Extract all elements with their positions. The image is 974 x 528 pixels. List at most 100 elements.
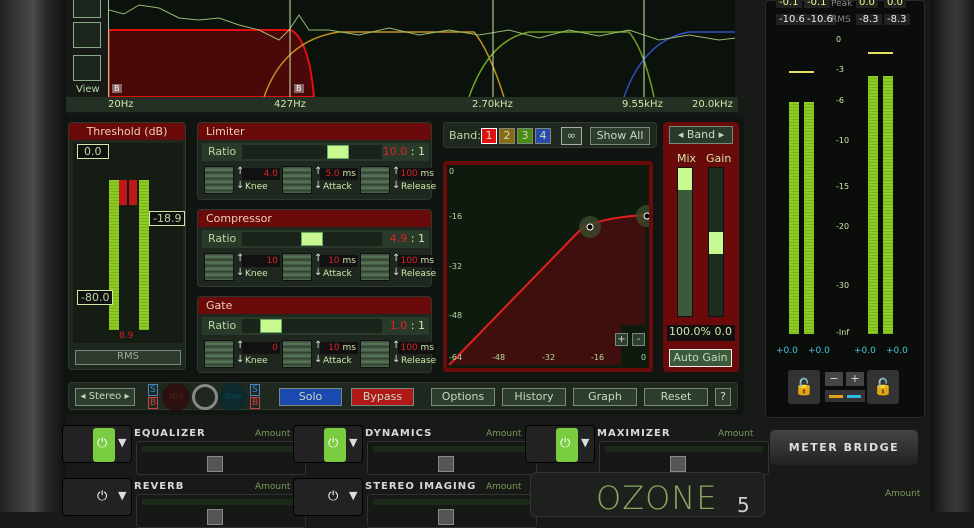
arrow-down-icon[interactable]: ↓ (314, 267, 322, 278)
dropdown-arrow-icon[interactable]: ▼ (349, 436, 357, 449)
help-button[interactable]: ? (715, 388, 731, 406)
arrow-down-icon[interactable]: ↓ (236, 354, 244, 365)
dynamics-power-button[interactable]: ⏻ ▼ (293, 425, 363, 463)
compressor-knee-knob[interactable] (204, 253, 234, 281)
limiter-release-knob[interactable] (360, 166, 390, 194)
link-icon[interactable] (192, 384, 218, 410)
knee-value[interactable]: 4.0 (264, 169, 278, 179)
release-value[interactable]: 100 (400, 343, 417, 353)
meter-bridge-button[interactable]: METER BRIDGE (770, 430, 918, 465)
amount-slider[interactable] (599, 441, 769, 475)
arrow-down-icon[interactable]: ↓ (236, 180, 244, 191)
slider-thumb[interactable] (327, 145, 349, 159)
stereo-imaging-power-button[interactable]: ⏻ ▼ (293, 478, 363, 516)
gate-knee-knob[interactable] (204, 340, 234, 368)
arrow-down-icon[interactable]: ↓ (314, 180, 322, 191)
mid-bypass[interactable]: B (148, 397, 159, 409)
threshold-top[interactable]: 0.0 (77, 144, 109, 159)
options-button[interactable]: Options (431, 388, 495, 406)
band-3-button[interactable]: 3 (517, 128, 533, 144)
dropdown-arrow-icon[interactable]: ▼ (118, 489, 126, 502)
view-waveform-icon[interactable] (73, 22, 101, 48)
side-button[interactable]: Side (219, 383, 247, 411)
view-curve-icon[interactable] (73, 55, 101, 81)
compressor-release-knob[interactable] (360, 253, 390, 281)
arrow-down-icon[interactable]: ↓ (392, 180, 400, 191)
limiter-knee-knob[interactable] (204, 166, 234, 194)
equalizer-power-button[interactable]: ⏻ ▼ (62, 425, 132, 463)
limiter-ratio-slider[interactable] (242, 145, 382, 159)
show-all-button[interactable]: Show All (590, 127, 650, 145)
zoom-out-button[interactable]: - (632, 333, 645, 346)
bypass-button[interactable]: Bypass (351, 388, 414, 406)
reverb-power-button[interactable]: ⏻ ▼ (62, 478, 132, 516)
band-marker[interactable]: B (112, 84, 122, 93)
gain-slider[interactable] (708, 167, 724, 317)
arrow-down-icon[interactable]: ↓ (392, 267, 400, 278)
lock-left-icon[interactable]: 🔓 (788, 370, 820, 404)
mix-slider[interactable] (677, 167, 693, 317)
gate-attack-knob[interactable] (282, 340, 312, 368)
slider-thumb[interactable] (260, 319, 282, 333)
link-bands-button[interactable]: ∞ (561, 127, 582, 145)
plus-icon[interactable]: + (846, 372, 864, 386)
ratio-value[interactable]: 10.0 (383, 145, 408, 158)
slider-thumb[interactable] (301, 232, 323, 246)
offset-value[interactable]: +0.0 (886, 346, 908, 356)
dropdown-arrow-icon[interactable]: ▼ (581, 436, 589, 449)
arrow-down-icon[interactable]: ↓ (314, 354, 322, 365)
offset-value[interactable]: +0.0 (808, 346, 830, 356)
gate-ratio-slider[interactable] (242, 319, 382, 333)
arrow-down-icon[interactable]: ↓ (392, 354, 400, 365)
knee-value[interactable]: 0 (272, 343, 278, 353)
band-marker[interactable]: B (294, 84, 304, 93)
attack-value[interactable]: 10 (328, 256, 339, 266)
freq-label: 9.55kHz (622, 99, 663, 110)
band-2-button[interactable]: 2 (499, 128, 515, 144)
view-spectrum-icon[interactable] (73, 0, 101, 18)
ratio-value[interactable]: 4.9 (390, 232, 408, 245)
arrow-down-icon[interactable]: ↓ (236, 267, 244, 278)
mid-button[interactable]: Mid (162, 383, 190, 411)
side-bypass[interactable]: B (250, 397, 261, 409)
threshold-bottom[interactable]: -80.0 (77, 290, 114, 305)
compressor-attack-knob[interactable] (282, 253, 312, 281)
attack-value[interactable]: 5.0 (325, 169, 339, 179)
dropdown-arrow-icon[interactable]: ▼ (349, 489, 357, 502)
mid-solo[interactable]: S (148, 384, 158, 396)
stereo-selector[interactable]: ◂ Stereo ▸ (75, 388, 135, 406)
amount-slider[interactable] (136, 441, 306, 475)
auto-gain-button[interactable]: Auto Gain (669, 349, 732, 367)
release-value[interactable]: 100 (400, 169, 417, 179)
spectrum-display[interactable]: B B (108, 0, 735, 97)
attack-value[interactable]: 10 (328, 343, 339, 353)
amount-slider[interactable] (367, 494, 537, 528)
amount-slider[interactable] (136, 494, 306, 528)
offset-value[interactable]: +0.0 (854, 346, 876, 356)
lock-right-icon[interactable]: 🔓 (867, 370, 899, 404)
maximizer-power-button[interactable]: ⏻ ▼ (525, 425, 595, 463)
ratio-value[interactable]: 1.0 (390, 319, 408, 332)
zoom-in-button[interactable]: + (615, 333, 628, 346)
link-offset-icon[interactable] (825, 390, 865, 402)
dropdown-arrow-icon[interactable]: ▼ (118, 436, 126, 449)
compressor-ratio-slider[interactable] (242, 232, 382, 246)
band-4-button[interactable]: 4 (535, 128, 551, 144)
band-selector[interactable]: ◂ Band ▸ (669, 126, 733, 144)
band-1-button[interactable]: 1 (481, 128, 497, 144)
transfer-graph[interactable]: 0 -16 -32 -48 -64 -48 -32 -16 0 + - (443, 161, 653, 372)
solo-button[interactable]: Solo (279, 388, 342, 406)
minus-icon[interactable]: − (825, 372, 843, 386)
history-button[interactable]: History (502, 388, 566, 406)
graph-button[interactable]: Graph (573, 388, 637, 406)
rms-selector[interactable]: RMS (75, 350, 181, 365)
amount-slider[interactable] (367, 441, 537, 475)
offset-value[interactable]: +0.0 (776, 346, 798, 356)
gate-release-knob[interactable] (360, 340, 390, 368)
threshold-mid[interactable]: -18.9 (149, 211, 186, 226)
side-solo[interactable]: S (250, 384, 260, 396)
knee-value[interactable]: 10 (267, 256, 278, 266)
reset-button[interactable]: Reset (644, 388, 708, 406)
release-value[interactable]: 100 (400, 256, 417, 266)
limiter-attack-knob[interactable] (282, 166, 312, 194)
